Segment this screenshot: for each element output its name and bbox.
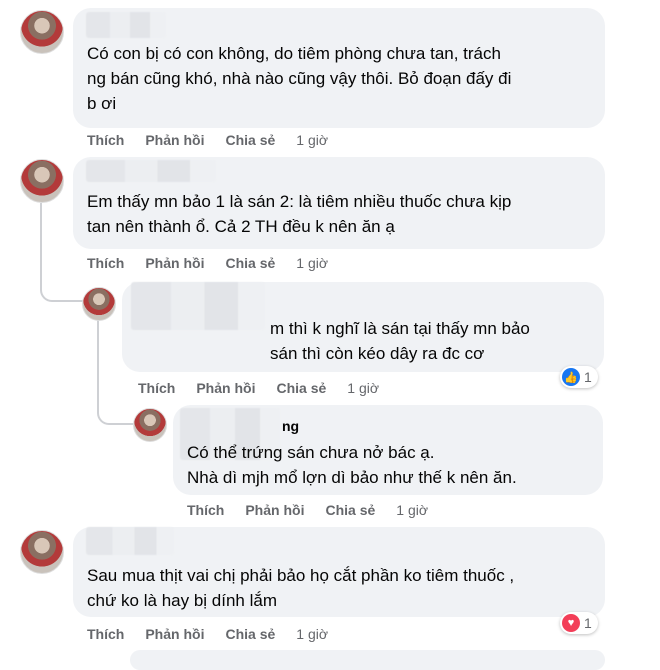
share-button[interactable]: Chia sẻ bbox=[325, 502, 375, 518]
timestamp[interactable]: 1 giờ bbox=[296, 132, 328, 148]
share-button[interactable]: Chia sẻ bbox=[276, 380, 326, 396]
comment-actions: Thích Phản hồi Chia sẻ 1 giờ bbox=[187, 502, 428, 518]
comment-actions: Thích Phản hồi Chia sẻ 1 giờ bbox=[87, 255, 328, 271]
like-icon: 👍 bbox=[562, 368, 580, 386]
comment-text: Có thể trứng sán chưa nở bác ạ. Nhà dì m… bbox=[187, 443, 517, 487]
avatar[interactable] bbox=[20, 159, 64, 203]
comment-text: Sau mua thịt vai chị phải bảo họ cắt phầ… bbox=[87, 566, 515, 610]
reply-button[interactable]: Phản hồi bbox=[145, 255, 204, 271]
reaction-count-value: 1 bbox=[584, 615, 592, 631]
reaction-count-value: 1 bbox=[584, 369, 592, 385]
like-button[interactable]: Thích bbox=[87, 132, 124, 148]
comment-text: m thì k nghĩ là sán tại thấy mn bảo sán … bbox=[270, 319, 530, 363]
redacted-author-name bbox=[86, 527, 174, 555]
reply-button[interactable]: Phản hồi bbox=[145, 626, 204, 642]
author-name-fragment[interactable]: ng bbox=[282, 418, 299, 434]
comment-actions: Thích Phản hồi Chia sẻ 1 giờ bbox=[87, 132, 328, 148]
avatar[interactable] bbox=[20, 530, 64, 574]
timestamp[interactable]: 1 giờ bbox=[296, 255, 328, 271]
like-button[interactable]: Thích bbox=[187, 502, 224, 518]
reaction-count[interactable]: ♥ 1 bbox=[560, 612, 598, 634]
comment-text: Có con bị có con không, do tiêm phòng ch… bbox=[87, 44, 512, 113]
share-button[interactable]: Chia sẻ bbox=[225, 626, 275, 642]
comment-bubble bbox=[130, 650, 605, 670]
timestamp[interactable]: 1 giờ bbox=[396, 502, 428, 518]
reaction-count[interactable]: 👍 1 bbox=[560, 366, 598, 388]
redacted-author-name bbox=[86, 12, 166, 38]
timestamp[interactable]: 1 giờ bbox=[296, 626, 328, 642]
heart-icon: ♥ bbox=[562, 614, 580, 632]
reply-button[interactable]: Phản hồi bbox=[245, 502, 304, 518]
reply-button[interactable]: Phản hồi bbox=[196, 380, 255, 396]
comment-actions: Thích Phản hồi Chia sẻ 1 giờ bbox=[138, 380, 379, 396]
like-button[interactable]: Thích bbox=[87, 626, 124, 642]
share-button[interactable]: Chia sẻ bbox=[225, 255, 275, 271]
share-button[interactable]: Chia sẻ bbox=[225, 132, 275, 148]
redacted-author-name bbox=[86, 160, 216, 182]
like-button[interactable]: Thích bbox=[138, 380, 175, 396]
timestamp[interactable]: 1 giờ bbox=[347, 380, 379, 396]
comment-text: Em thấy mn bảo 1 là sán 2: là tiêm nhiều… bbox=[87, 192, 512, 236]
comment-actions: Thích Phản hồi Chia sẻ 1 giờ bbox=[87, 626, 328, 642]
reply-button[interactable]: Phản hồi bbox=[145, 132, 204, 148]
redacted-author-name bbox=[131, 282, 265, 330]
avatar[interactable] bbox=[82, 287, 116, 321]
like-button[interactable]: Thích bbox=[87, 255, 124, 271]
avatar[interactable] bbox=[133, 408, 167, 442]
avatar[interactable] bbox=[20, 10, 64, 54]
